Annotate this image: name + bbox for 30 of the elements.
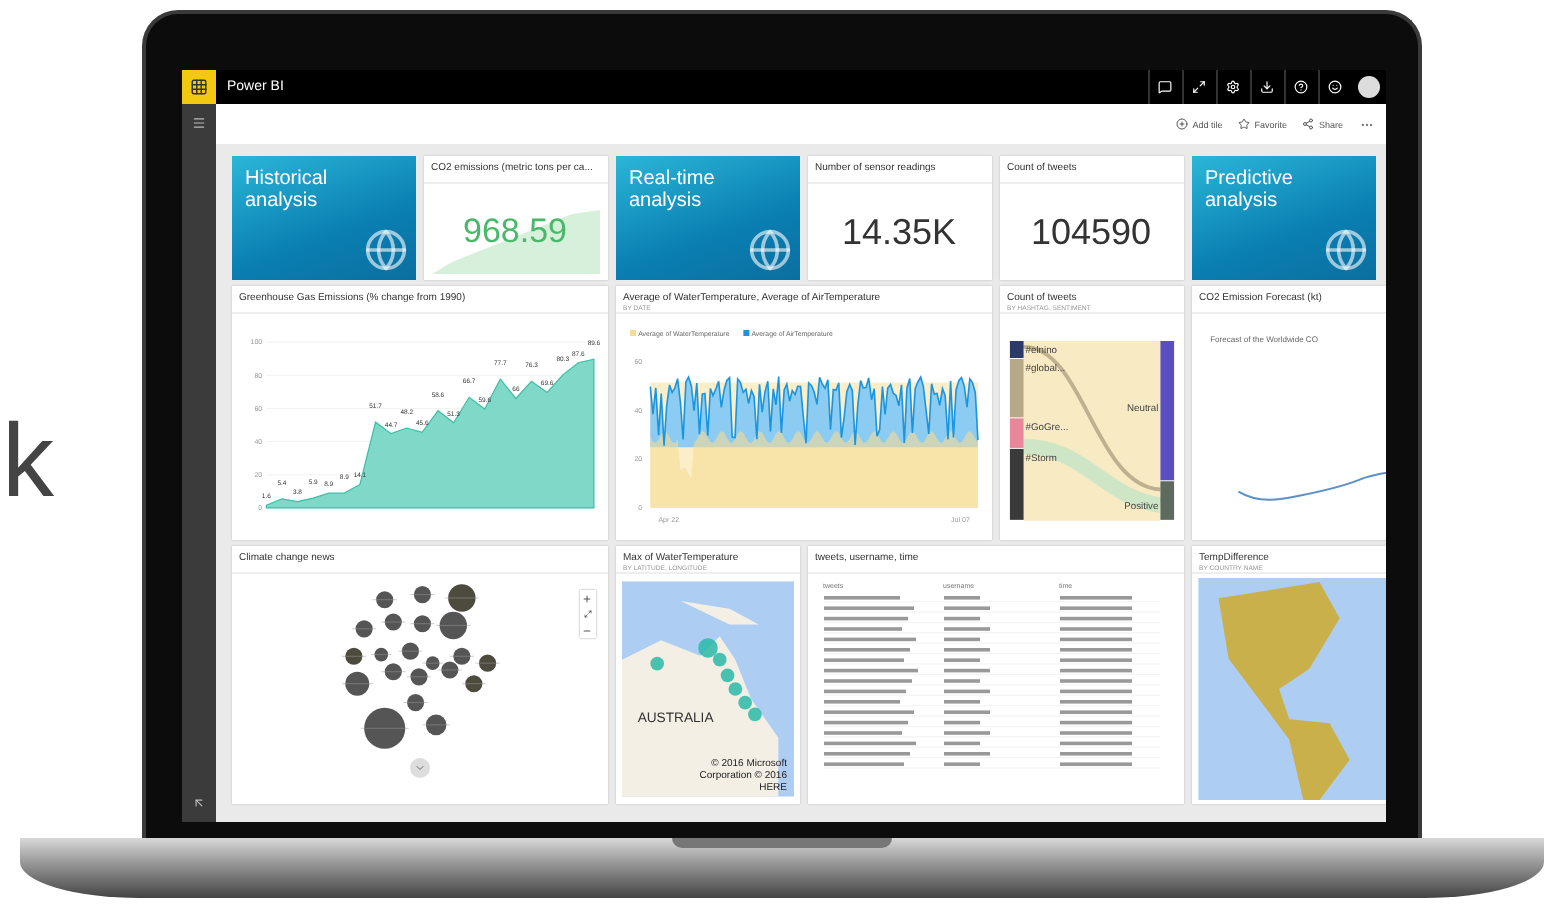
hero-title: Historical analysis <box>245 168 330 212</box>
minus-icon <box>582 625 592 635</box>
download-icon <box>1260 80 1274 94</box>
smiley-icon <box>1328 80 1342 94</box>
hero-title: Real-time analysis <box>629 168 717 212</box>
data-point <box>697 638 717 658</box>
cropped-letter: k <box>2 410 54 514</box>
plus-icon <box>582 593 592 603</box>
data-point <box>649 656 663 671</box>
add-icon <box>1176 118 1189 130</box>
menu-icon <box>191 116 205 130</box>
kpi-value: 104590 <box>1030 211 1152 253</box>
globe-icon <box>363 228 407 272</box>
hero-title: Predictive analysis <box>1205 168 1295 212</box>
grid-icon <box>189 78 207 96</box>
expand-icon <box>1192 80 1206 94</box>
globe-icon <box>747 228 791 272</box>
help-icon <box>1294 80 1308 94</box>
globe-icon <box>1323 228 1367 272</box>
star-icon <box>1238 118 1251 130</box>
app-launcher-button[interactable] <box>181 70 215 104</box>
chevron-down-icon <box>413 762 425 774</box>
expand-icon <box>583 610 591 618</box>
settings-icon <box>1226 80 1240 94</box>
kpi-value: 968.59 <box>463 212 567 252</box>
arrow-icon <box>191 796 205 810</box>
comment-icon <box>1158 80 1172 94</box>
kpi-value: 14.35K <box>841 211 957 253</box>
avatar[interactable] <box>1357 76 1379 98</box>
share-icon <box>1302 118 1315 130</box>
